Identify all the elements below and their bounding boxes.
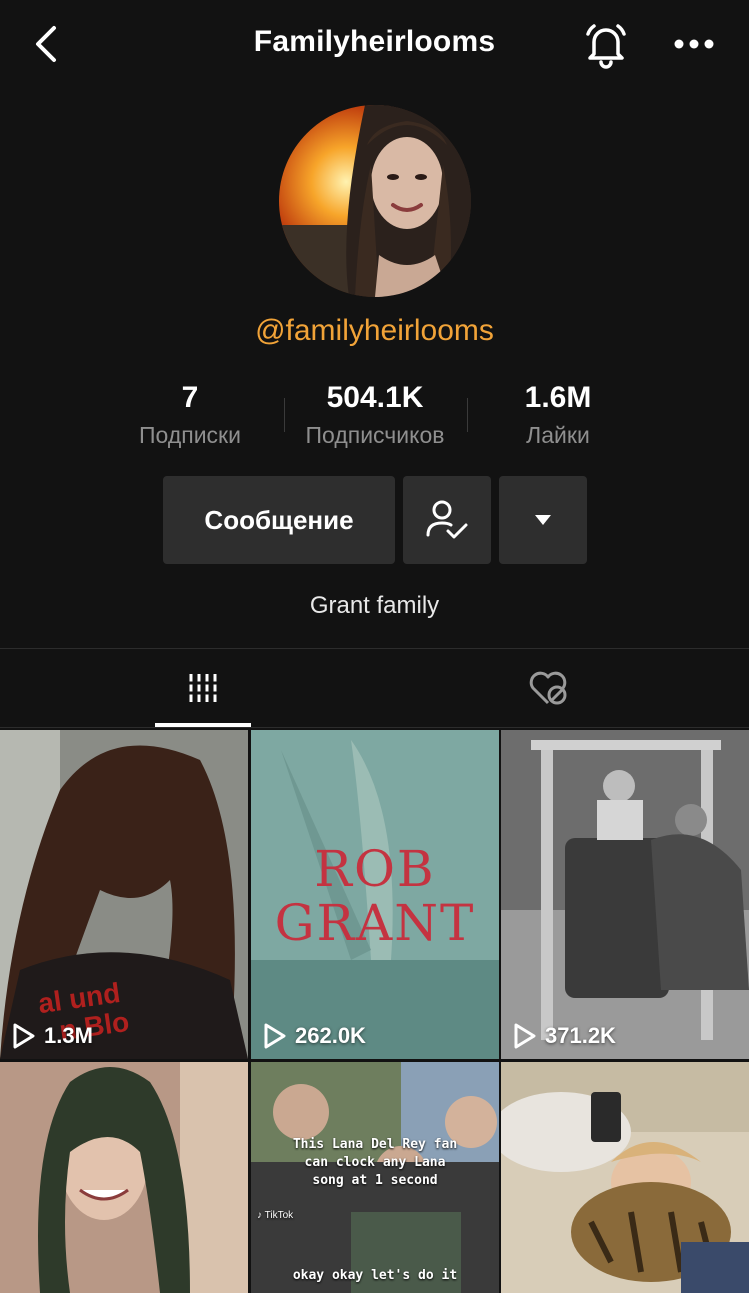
stat-value: 504.1K: [326, 381, 424, 414]
tab-videos[interactable]: [155, 650, 251, 726]
suggested-accounts-button[interactable]: [499, 476, 587, 564]
video-thumbnail: [501, 730, 749, 1059]
view-count-text: 1.3M: [44, 1023, 93, 1048]
following-button[interactable]: [403, 476, 491, 564]
video-thumbnail: [0, 1062, 248, 1293]
video-thumbnail: [501, 1062, 749, 1293]
video-overlay-text: ROB GRANT: [251, 842, 499, 950]
stat-divider: [284, 398, 285, 432]
avatar[interactable]: [279, 105, 471, 297]
play-icon: [13, 1023, 35, 1049]
stat-divider: [467, 398, 468, 432]
video-tile[interactable]: This Lana Del Rey fan can clock any Lana…: [251, 1062, 499, 1293]
video-overlay-text: This Lana Del Rey fan can clock any Lana…: [251, 1136, 499, 1190]
stat-followers[interactable]: 504.1K Подписчиков: [290, 380, 460, 449]
stat-value: 7: [181, 381, 199, 414]
play-icon: [514, 1023, 536, 1049]
more-dots-icon: [674, 39, 714, 49]
overlay-line: can clock any Lana: [304, 1155, 446, 1170]
stat-value: 1.6M: [524, 381, 592, 414]
video-tile[interactable]: ROB GRANT 262.0K: [251, 730, 499, 1059]
username: @familyheirlooms: [255, 314, 494, 347]
divider: [0, 648, 749, 649]
video-tile[interactable]: al und n Blo 1.3M: [0, 730, 248, 1059]
watermark-text: TikTok: [264, 1210, 294, 1221]
page-title: Familyheirlooms: [253, 25, 496, 58]
view-count-text: 262.0K: [295, 1023, 366, 1048]
tab-liked[interactable]: [500, 650, 596, 726]
stat-label: Подписки: [139, 422, 241, 448]
bell-icon: [586, 24, 626, 69]
top-bar: Familyheirlooms: [0, 0, 749, 88]
view-count: 1.3M: [12, 1023, 93, 1049]
divider: [0, 727, 749, 728]
video-tile[interactable]: [0, 1062, 248, 1293]
stat-label: Подписчиков: [305, 422, 445, 448]
overlay-line: This Lana Del Rey fan: [292, 1137, 458, 1152]
video-caption: okay okay let's do it: [292, 1268, 458, 1283]
profile-bio: Grant family: [309, 592, 440, 619]
overlay-line: ROB: [314, 840, 436, 898]
user-check-icon: [426, 500, 468, 539]
video-tile[interactable]: [501, 1062, 749, 1293]
overlay-line: song at 1 second: [312, 1173, 438, 1188]
video-thumbnail: al und n Blo: [0, 730, 248, 1059]
view-count-text: 371.2K: [545, 1023, 616, 1048]
video-tile[interactable]: 371.2K: [501, 730, 749, 1059]
message-button[interactable]: Сообщение: [163, 476, 395, 564]
overlay-line: GRANT: [274, 894, 476, 952]
tiktok-watermark: ♪ TikTok: [257, 1210, 293, 1221]
tiktok-logo-icon: ♪: [257, 1210, 262, 1221]
notification-button[interactable]: [580, 18, 632, 70]
stat-following[interactable]: 7 Подписки: [120, 380, 260, 449]
view-count: 371.2K: [513, 1023, 616, 1049]
play-icon: [264, 1023, 286, 1049]
caret-down-icon: [535, 515, 551, 525]
more-options-button[interactable]: [668, 24, 720, 64]
stat-likes: 1.6M Лайки: [488, 380, 628, 449]
avatar-image: [279, 105, 471, 297]
heart-hidden-icon: [529, 671, 567, 705]
grid-icon: [186, 674, 220, 702]
stat-label: Лайки: [526, 422, 590, 448]
view-count: 262.0K: [263, 1023, 366, 1049]
